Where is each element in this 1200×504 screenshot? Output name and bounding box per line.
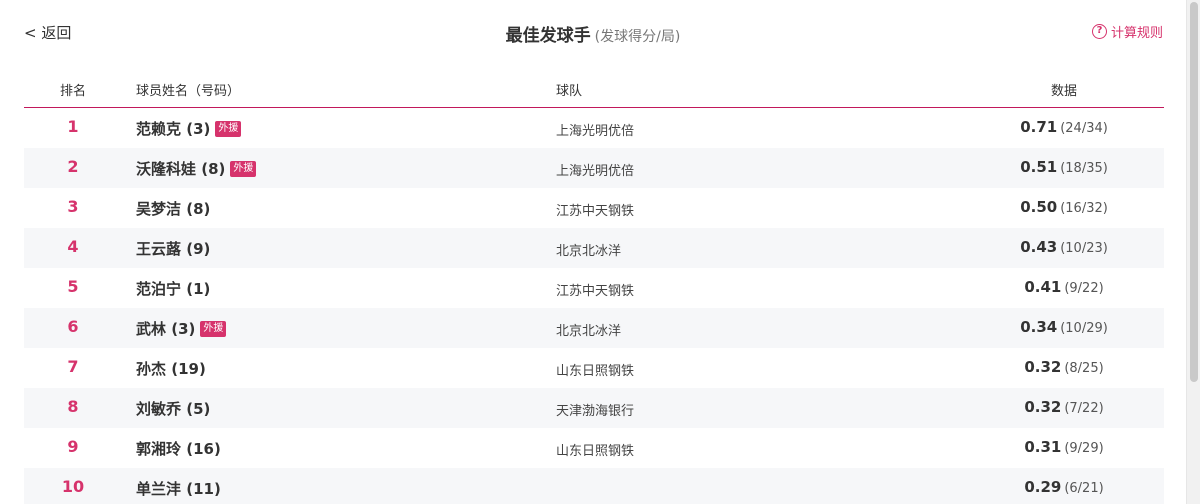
- row-rank: 10: [61, 477, 85, 496]
- row-rank: 1: [67, 117, 79, 136]
- data-fraction: (6/21): [1064, 481, 1104, 496]
- row-data: 0.32 (8/25): [984, 358, 1144, 376]
- foreign-player-badge: 外援: [200, 320, 227, 337]
- data-fraction: (8/25): [1064, 361, 1104, 376]
- foreign-player-badge: 外援: [230, 160, 257, 177]
- table-row[interactable]: 10 单兰沣 (11) 0.29 (6/21): [24, 468, 1164, 504]
- data-fraction: (9/29): [1064, 441, 1104, 456]
- scrollbar-thumb[interactable]: [1190, 2, 1198, 382]
- row-player[interactable]: 武林 (3) 外援: [136, 318, 227, 339]
- calc-rules-link[interactable]: ? 计算规则: [1091, 22, 1163, 41]
- row-team: 天津渤海银行: [556, 404, 635, 419]
- data-value: 0.31: [1024, 438, 1062, 456]
- table-header: 排名 球员姓名（号码） 球队 数据: [24, 68, 1164, 108]
- table-row[interactable]: 9 郭湘玲 (16) 山东日照钢铁 0.31 (9/29): [24, 428, 1164, 468]
- page-title: 最佳发球手 (发球得分/局): [0, 21, 1186, 46]
- title-subtitle: (发球得分/局): [594, 29, 681, 45]
- data-value: 0.41: [1024, 278, 1062, 296]
- row-player[interactable]: 刘敏乔 (5): [136, 398, 210, 419]
- row-team: 上海光明优倍: [556, 124, 635, 139]
- calc-rules-label: 计算规则: [1110, 26, 1163, 41]
- row-player[interactable]: 单兰沣 (11): [136, 478, 221, 499]
- table-row[interactable]: 6 武林 (3) 外援 北京北冰洋 0.34 (10/29): [24, 308, 1164, 348]
- row-rank: 9: [67, 437, 79, 456]
- data-fraction: (18/35): [1060, 161, 1108, 176]
- row-player[interactable]: 范泊宁 (1): [136, 278, 210, 299]
- header-team: 球队: [556, 84, 583, 99]
- row-data: 0.41 (9/22): [984, 278, 1144, 296]
- row-player[interactable]: 范赖克 (3) 外援: [136, 118, 242, 139]
- row-team: 山东日照钢铁: [556, 364, 635, 379]
- row-team: 江苏中天钢铁: [556, 284, 635, 299]
- row-team: 北京北冰洋: [556, 324, 622, 339]
- table-body: 1 范赖克 (3) 外援 上海光明优倍 0.71 (24/34) 2 沃隆科娃 (8) 外援 上海…: [24, 108, 1164, 504]
- header-data: 数据: [1050, 84, 1077, 99]
- row-data: 0.51 (18/35): [984, 158, 1144, 176]
- player-name: 范泊宁 (1): [136, 280, 211, 298]
- data-fraction: (24/34): [1060, 121, 1108, 136]
- player-name: 范赖克 (3): [136, 120, 211, 138]
- data-value: 0.29: [1024, 478, 1062, 496]
- player-name: 孙杰 (19): [136, 360, 206, 378]
- row-player[interactable]: 郭湘玲 (16): [136, 438, 221, 459]
- row-rank: 8: [67, 397, 79, 416]
- row-rank: 4: [67, 237, 79, 256]
- row-player[interactable]: 孙杰 (19): [136, 358, 206, 379]
- data-value: 0.71: [1020, 118, 1058, 136]
- vertical-scrollbar[interactable]: [1186, 0, 1200, 504]
- foreign-player-badge: 外援: [215, 120, 242, 137]
- row-rank: 2: [67, 157, 79, 176]
- player-name: 武林 (3): [136, 320, 196, 338]
- header-name: 球员姓名（号码）: [136, 84, 241, 99]
- row-player[interactable]: 沃隆科娃 (8) 外援: [136, 158, 257, 179]
- title-text: 最佳发球手: [505, 26, 591, 46]
- table-row[interactable]: 4 王云蕗 (9) 北京北冰洋 0.43 (10/23): [24, 228, 1164, 268]
- data-value: 0.43: [1020, 238, 1058, 256]
- table-row[interactable]: 1 范赖克 (3) 外援 上海光明优倍 0.71 (24/34): [24, 108, 1164, 148]
- leaderboard-table: 排名 球员姓名（号码） 球队 数据 1 范赖克 (3) 外援 上海光明优倍 0.71 (2…: [24, 68, 1164, 504]
- row-rank: 5: [67, 277, 79, 296]
- table-row[interactable]: 7 孙杰 (19) 山东日照钢铁 0.32 (8/25): [24, 348, 1164, 388]
- header-rank: 排名: [59, 84, 86, 99]
- row-data: 0.34 (10/29): [984, 318, 1144, 336]
- row-team: 北京北冰洋: [556, 244, 622, 259]
- row-rank: 6: [67, 317, 79, 336]
- row-rank: 7: [67, 357, 79, 376]
- row-data: 0.31 (9/29): [984, 438, 1144, 456]
- page-header: < 返回 最佳发球手 (发球得分/局) ? 计算规则: [0, 0, 1186, 66]
- player-name: 沃隆科娃 (8): [136, 160, 226, 178]
- table-row[interactable]: 5 范泊宁 (1) 江苏中天钢铁 0.41 (9/22): [24, 268, 1164, 308]
- row-data: 0.32 (7/22): [984, 398, 1144, 416]
- row-team: 江苏中天钢铁: [556, 204, 635, 219]
- data-value: 0.51: [1020, 158, 1058, 176]
- data-fraction: (10/23): [1060, 241, 1108, 256]
- data-fraction: (16/32): [1060, 201, 1108, 216]
- row-team: 山东日照钢铁: [556, 444, 635, 459]
- player-name: 刘敏乔 (5): [136, 400, 211, 418]
- question-circle-icon: ?: [1091, 24, 1107, 39]
- row-player[interactable]: 王云蕗 (9): [136, 238, 210, 259]
- data-value: 0.32: [1024, 398, 1062, 416]
- table-row[interactable]: 8 刘敏乔 (5) 天津渤海银行 0.32 (7/22): [24, 388, 1164, 428]
- row-team: 上海光明优倍: [556, 164, 635, 179]
- row-team: [556, 480, 597, 495]
- row-data: 0.71 (24/34): [984, 118, 1144, 136]
- player-name: 吴梦洁 (8): [136, 200, 211, 218]
- player-name: 郭湘玲 (16): [136, 440, 221, 458]
- row-data: 0.50 (16/32): [984, 198, 1144, 216]
- data-value: 0.50: [1020, 198, 1058, 216]
- player-name: 王云蕗 (9): [136, 240, 211, 258]
- row-rank: 3: [67, 197, 79, 216]
- table-row[interactable]: 3 吴梦洁 (8) 江苏中天钢铁 0.50 (16/32): [24, 188, 1164, 228]
- row-player[interactable]: 吴梦洁 (8): [136, 198, 210, 219]
- row-data: 0.29 (6/21): [984, 478, 1144, 496]
- data-fraction: (7/22): [1064, 401, 1104, 416]
- data-value: 0.32: [1024, 358, 1062, 376]
- data-fraction: (10/29): [1060, 321, 1108, 336]
- data-value: 0.34: [1020, 318, 1058, 336]
- player-name: 单兰沣 (11): [136, 480, 221, 498]
- row-data: 0.43 (10/23): [984, 238, 1144, 256]
- data-fraction: (9/22): [1064, 281, 1104, 296]
- table-row[interactable]: 2 沃隆科娃 (8) 外援 上海光明优倍 0.51 (18/35): [24, 148, 1164, 188]
